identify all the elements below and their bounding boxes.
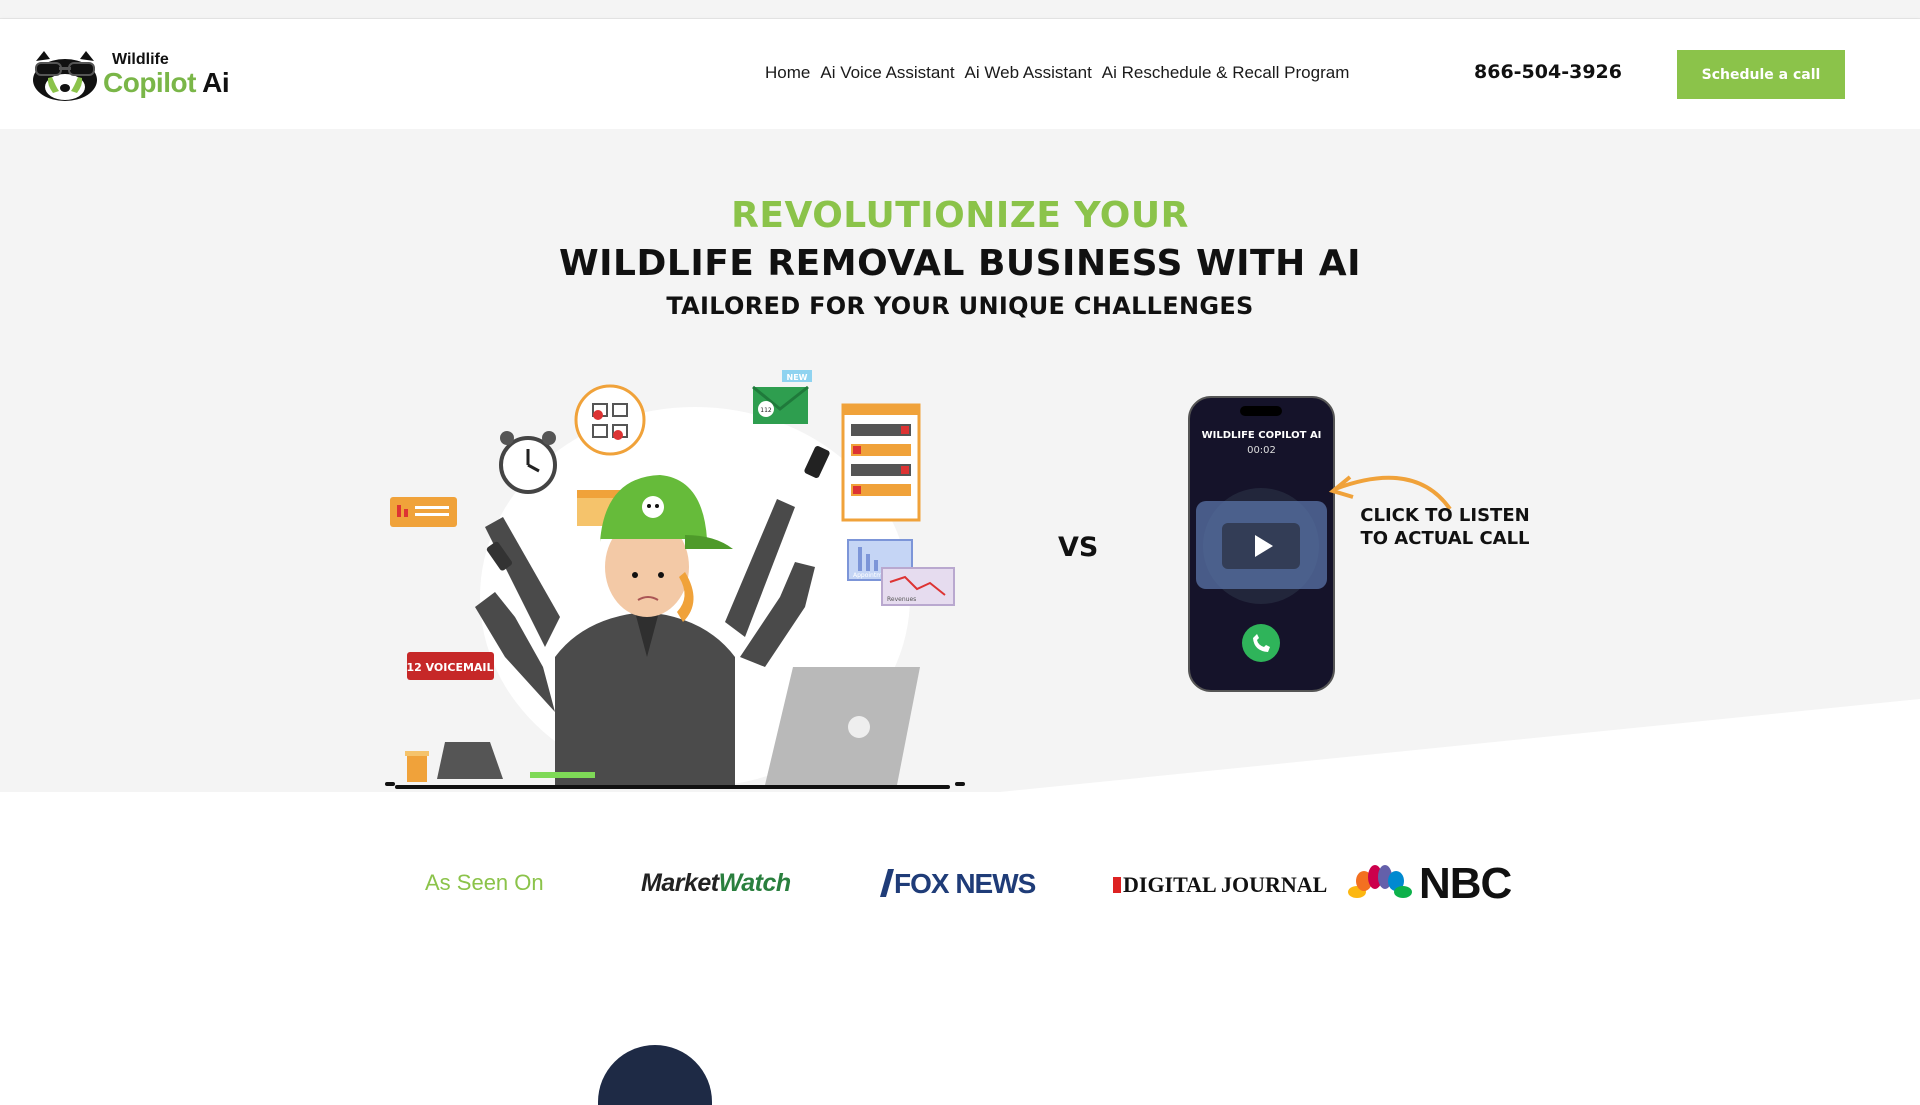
new-email-icon: NEW 112	[752, 370, 812, 424]
revenues-label: Revenues	[887, 596, 916, 603]
logo-wordmark-suffix: Ai	[202, 67, 230, 98]
hero-subtitle: TAILORED FOR YOUR UNIQUE CHALLENGES	[666, 292, 1254, 320]
digital-journal-logo: DIGITAL JOURNAL	[1113, 872, 1327, 898]
digital-journal-mark	[1113, 877, 1121, 893]
alarm-clock-icon	[499, 431, 557, 494]
mail-count: 112	[760, 407, 772, 414]
hero-title-line1: REVOLUTIONIZE YOUR	[731, 195, 1189, 236]
dislikes-bubble-icon	[574, 384, 646, 456]
phone-call-timer: 00:02	[1247, 445, 1276, 456]
hero-section: REVOLUTIONIZE YOUR WILDLIFE REMOVAL BUSI…	[0, 129, 1920, 792]
new-tag: NEW	[787, 373, 808, 382]
vs-label: VS	[1058, 532, 1099, 563]
marketwatch-text-b: Watch	[718, 869, 792, 897]
as-seen-on-label: As Seen On	[425, 870, 544, 895]
nav-ai-voice-assistant[interactable]: Ai Voice Assistant	[820, 63, 954, 83]
nav-ai-web-assistant[interactable]: Ai Web Assistant	[965, 63, 1092, 83]
marketwatch-text-a: Market	[641, 869, 719, 897]
top-strip	[0, 0, 1920, 19]
logo-wordmark-main: Copilot	[103, 67, 196, 98]
as-seen-on-section: As Seen On MarketWatch FOX NEWS DIGITAL …	[0, 792, 1920, 1080]
ai-call-phone-player[interactable]: WILDLIFE COPILOT AI 00:02	[1188, 396, 1335, 692]
raccoon-logo-icon	[33, 51, 97, 101]
chat-bubble-icon	[390, 497, 457, 527]
listen-call-label[interactable]: CLICK TO LISTEN TO ACTUAL CALL	[1355, 504, 1535, 550]
hero-title-line2: WILDLIFE REMOVAL BUSINESS WITH AI	[558, 243, 1362, 284]
main-nav: Home Ai Voice Assistant Ai Web Assistant…	[765, 63, 1349, 83]
nbc-peacock-icon	[1348, 865, 1412, 902]
digital-journal-text: DIGITAL JOURNAL	[1123, 872, 1328, 897]
fox-slash-icon	[880, 869, 894, 897]
svg-text:12 VOICEMAIL: 12 VOICEMAIL	[406, 661, 493, 674]
fox-news-logo: FOX NEWS	[880, 868, 1036, 900]
fox-news-text: FOX NEWS	[894, 868, 1036, 899]
logo-wordmark: Copilot Ai	[103, 67, 230, 99]
play-icon[interactable]	[1247, 531, 1277, 561]
voicemail-badge: 12 VOICEMAIL	[406, 652, 494, 680]
marketwatch-logo: MarketWatch	[641, 869, 791, 898]
nav-home[interactable]: Home	[765, 63, 810, 83]
phone-caller-title: WILDLIFE COPILOT AI	[1201, 430, 1322, 441]
revenues-card: Revenues	[881, 567, 955, 606]
logo[interactable]: Wildlife Copilot Ai	[30, 47, 245, 103]
schedule-call-button[interactable]: Schedule a call	[1677, 50, 1845, 99]
overwhelmed-worker-illustration: NEW 112 Appointments Revenues 12 VOICEMA…	[385, 370, 965, 789]
nav-ai-reschedule-recall[interactable]: Ai Reschedule & Recall Program	[1102, 63, 1350, 83]
coffee-cup-icon	[405, 751, 429, 782]
nbc-logo: NBC	[1347, 859, 1512, 908]
nbc-text: NBC	[1419, 859, 1512, 908]
site-header: Wildlife Copilot Ai Home Ai Voice Assist…	[0, 19, 1920, 129]
phone-number-link[interactable]: 866-504-3926	[1474, 61, 1622, 83]
task-list-panel	[841, 403, 921, 522]
